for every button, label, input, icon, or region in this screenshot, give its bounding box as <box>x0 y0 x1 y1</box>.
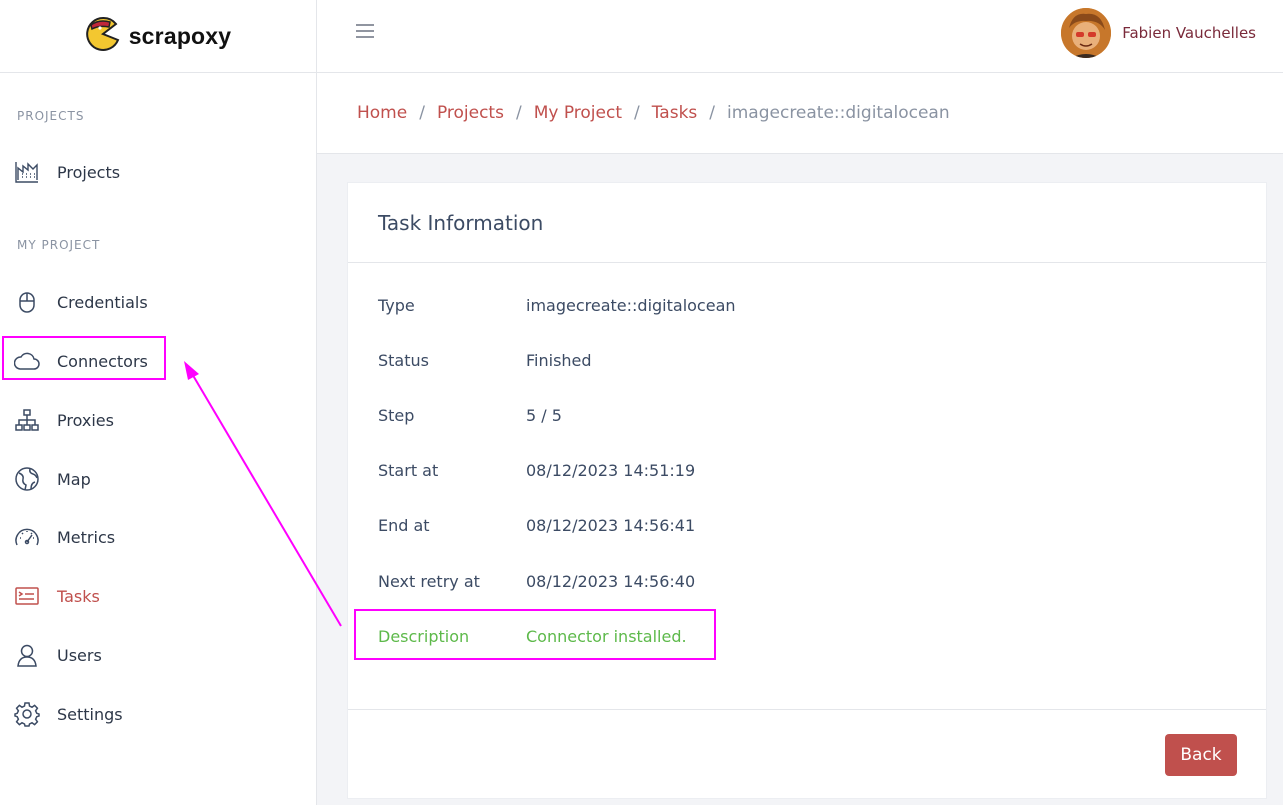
brand[interactable]: scrapoxy <box>0 0 316 73</box>
chart-icon <box>14 159 40 185</box>
annotation-box-description <box>354 609 716 660</box>
globe-icon <box>14 466 40 492</box>
breadcrumb-my-project[interactable]: My Project <box>534 103 622 123</box>
field-label: End at <box>378 515 430 535</box>
task-information-card: Task Information Type imagecreate::digit… <box>347 182 1267 799</box>
field-end-at: End at 08/12/2023 14:56:41 <box>378 510 695 540</box>
field-label: Next retry at <box>378 571 480 591</box>
sidebar-item-users[interactable]: Users <box>0 635 316 675</box>
user-icon <box>14 642 40 668</box>
sidebar-item-map[interactable]: Map <box>0 459 316 499</box>
breadcrumb-current: imagecreate::digitalocean <box>727 103 950 123</box>
sidebar-item-credentials[interactable]: Credentials <box>0 282 316 322</box>
field-step: Step 5 / 5 <box>378 400 562 430</box>
breadcrumb-projects[interactable]: Projects <box>437 103 504 123</box>
user-name: Fabien Vauchelles <box>1122 24 1256 42</box>
sidebar-item-label: Settings <box>57 704 123 724</box>
breadcrumb-separator: / <box>515 103 522 123</box>
sidebar-item-label: Credentials <box>57 292 148 312</box>
breadcrumb: Home / Projects / My Project / Tasks / i… <box>317 73 1283 154</box>
field-value: Finished <box>526 350 592 370</box>
field-next-retry-at: Next retry at 08/12/2023 14:56:40 <box>378 566 695 596</box>
hamburger-menu-icon[interactable] <box>355 21 375 41</box>
field-label: Step <box>378 405 415 425</box>
sidebar-item-projects[interactable]: Projects <box>0 152 316 192</box>
field-value: imagecreate::digitalocean <box>526 295 736 315</box>
card-footer: Back <box>348 709 1266 799</box>
breadcrumb-home[interactable]: Home <box>357 103 407 123</box>
breadcrumb-separator: / <box>634 103 640 123</box>
field-label: Start at <box>378 460 439 480</box>
sitemap-icon <box>14 407 40 433</box>
field-value: 08/12/2023 14:51:19 <box>526 460 696 480</box>
field-label: Status <box>378 350 429 370</box>
gear-icon <box>14 701 40 727</box>
field-value: 5 / 5 <box>526 405 562 425</box>
field-value: 08/12/2023 14:56:40 <box>526 571 696 591</box>
user-menu[interactable]: Fabien Vauchelles <box>1061 8 1256 58</box>
section-my-project: MY PROJECT <box>17 238 101 252</box>
sidebar-item-proxies[interactable]: Proxies <box>0 400 316 440</box>
field-start-at: Start at 08/12/2023 14:51:19 <box>378 455 695 485</box>
breadcrumb-separator: / <box>709 103 716 123</box>
avatar <box>1061 8 1112 58</box>
back-button[interactable]: Back <box>1165 734 1237 776</box>
field-value: 08/12/2023 14:56:41 <box>526 515 696 535</box>
sidebar-item-label: Users <box>57 645 102 665</box>
sidebar-item-label: Tasks <box>57 586 100 606</box>
scrapoxy-logo-icon <box>85 16 121 56</box>
sidebar-item-settings[interactable]: Settings <box>0 694 316 734</box>
sidebar: scrapoxy PROJECTS Projects MY PROJECT Cr… <box>0 0 317 805</box>
sidebar-item-label: Map <box>57 469 91 489</box>
annotation-box-connectors <box>2 336 166 380</box>
lock-icon <box>14 289 40 315</box>
sidebar-item-label: Projects <box>57 162 121 182</box>
top-header: Fabien Vauchelles <box>317 0 1283 73</box>
field-type: Type imagecreate::digitalocean <box>378 290 736 320</box>
speedometer-icon <box>14 524 40 550</box>
section-projects: PROJECTS <box>17 109 85 123</box>
card-title: Task Information <box>348 183 1266 263</box>
sidebar-item-tasks[interactable]: Tasks <box>0 576 316 616</box>
breadcrumb-tasks[interactable]: Tasks <box>652 103 698 123</box>
sidebar-item-metrics[interactable]: Metrics <box>0 517 316 557</box>
field-status: Status Finished <box>378 345 592 375</box>
sidebar-item-label: Metrics <box>57 527 116 547</box>
brand-name: scrapoxy <box>128 22 232 49</box>
field-label: Type <box>378 295 415 315</box>
task-icon <box>14 583 40 609</box>
sidebar-item-label: Proxies <box>57 410 114 430</box>
breadcrumb-separator: / <box>419 103 425 123</box>
